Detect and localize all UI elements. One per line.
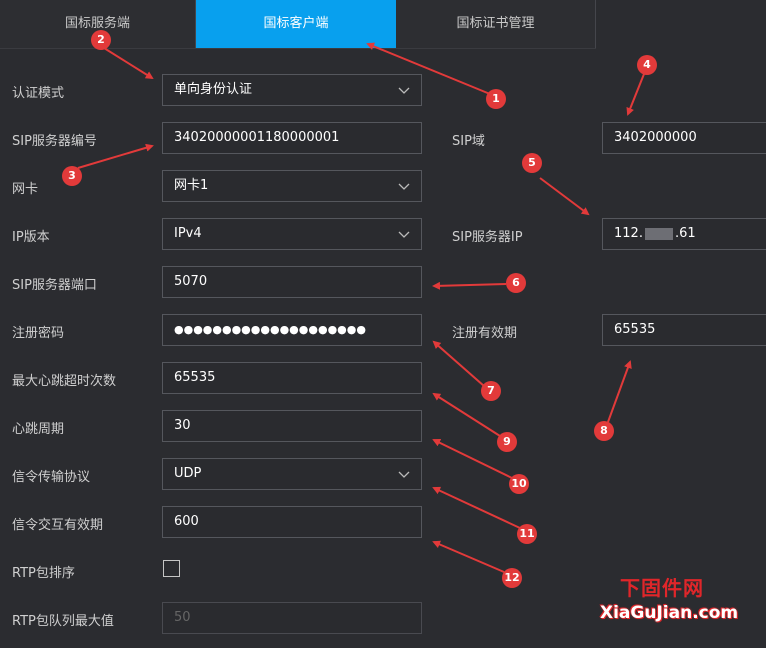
register-validity-label: 注册有效期 bbox=[452, 326, 518, 341]
register-password-label: 注册密码 bbox=[12, 326, 65, 341]
annotation-badge-3: 3 bbox=[62, 166, 82, 186]
tab-bar: 国标服务端 国标客户端 国标证书管理 bbox=[0, 0, 596, 49]
max-heartbeat-timeouts-input[interactable]: 65535 bbox=[162, 362, 422, 394]
annotation-badge-6: 6 bbox=[506, 273, 526, 293]
watermark-url: XiaGuJian.com bbox=[600, 603, 739, 623]
tab-gb-certificate[interactable]: 国标证书管理 bbox=[396, 0, 596, 48]
annotation-badge-12: 12 bbox=[502, 568, 522, 588]
rtp-queue-max-label: RTP包队列最大值 bbox=[12, 614, 114, 629]
rtp-queue-max-input: 50 bbox=[162, 602, 422, 634]
rtp-queue-max-value: 50 bbox=[174, 610, 191, 625]
signaling-validity-label: 信令交互有效期 bbox=[12, 518, 104, 533]
register-password-input[interactable]: ●●●●●●●●●●●●●●●●●●●● bbox=[162, 314, 422, 346]
annotation-badge-8: 8 bbox=[594, 421, 614, 441]
heartbeat-period-value: 30 bbox=[174, 418, 191, 433]
heartbeat-period-label: 心跳周期 bbox=[12, 422, 65, 437]
chevron-down-icon bbox=[398, 183, 410, 190]
annotation-badge-11: 11 bbox=[517, 524, 537, 544]
sip-domain-input[interactable]: 3402000000 bbox=[602, 122, 766, 154]
sip-server-ip-end: .61 bbox=[674, 226, 696, 241]
register-password-value: ●●●●●●●●●●●●●●●●●●●● bbox=[174, 323, 366, 336]
chevron-down-icon bbox=[398, 231, 410, 238]
watermark-logo-text: 下固件网 bbox=[620, 576, 704, 600]
heartbeat-period-input[interactable]: 30 bbox=[162, 410, 422, 442]
max-heartbeat-timeouts-label: 最大心跳超时次数 bbox=[12, 374, 117, 389]
auth-mode-value: 单向身份认证 bbox=[174, 82, 253, 97]
annotation-badge-7: 7 bbox=[481, 381, 501, 401]
signaling-protocol-value: UDP bbox=[174, 466, 202, 481]
sip-server-ip-input[interactable]: 112. .61 bbox=[602, 218, 766, 250]
auth-mode-select[interactable]: 单向身份认证 bbox=[162, 74, 422, 106]
sip-server-port-value: 5070 bbox=[174, 274, 208, 289]
sip-server-port-input[interactable]: 5070 bbox=[162, 266, 422, 298]
annotation-badge-4: 4 bbox=[637, 55, 657, 75]
annotation-badge-2: 2 bbox=[91, 30, 111, 50]
auth-mode-label: 认证模式 bbox=[12, 86, 65, 101]
sip-server-ip-label: SIP服务器IP bbox=[452, 230, 523, 245]
chevron-down-icon bbox=[398, 471, 410, 478]
signaling-protocol-select[interactable]: UDP bbox=[162, 458, 422, 490]
rtp-sort-checkbox[interactable] bbox=[163, 560, 180, 577]
signaling-protocol-label: 信令传输协议 bbox=[12, 470, 91, 485]
sip-domain-value: 3402000000 bbox=[614, 130, 697, 145]
chevron-down-icon bbox=[398, 87, 410, 94]
annotation-badge-1: 1 bbox=[486, 89, 506, 109]
ip-version-select[interactable]: IPv4 bbox=[162, 218, 422, 250]
register-validity-input[interactable]: 65535 bbox=[602, 314, 766, 346]
sip-server-ip-start: 112. bbox=[614, 226, 643, 241]
redaction-blur bbox=[644, 227, 673, 240]
sip-server-id-value: 34020000001180000001 bbox=[174, 130, 340, 145]
register-validity-value: 65535 bbox=[614, 322, 656, 337]
rtp-sort-label: RTP包排序 bbox=[12, 566, 75, 581]
sip-domain-label: SIP域 bbox=[452, 134, 485, 149]
annotation-badge-9: 9 bbox=[497, 432, 517, 452]
sip-server-id-input[interactable]: 34020000001180000001 bbox=[162, 122, 422, 154]
nic-select[interactable]: 网卡1 bbox=[162, 170, 422, 202]
annotation-badge-10: 10 bbox=[509, 474, 529, 494]
sip-server-id-label: SIP服务器编号 bbox=[12, 134, 97, 149]
ip-version-label: IP版本 bbox=[12, 230, 50, 245]
signaling-validity-input[interactable]: 600 bbox=[162, 506, 422, 538]
annotation-badge-5: 5 bbox=[522, 153, 542, 173]
tab-gb-client[interactable]: 国标客户端 bbox=[196, 0, 396, 48]
nic-label: 网卡 bbox=[12, 182, 39, 197]
ip-version-value: IPv4 bbox=[174, 226, 202, 241]
sip-server-port-label: SIP服务器端口 bbox=[12, 278, 97, 293]
max-heartbeat-timeouts-value: 65535 bbox=[174, 370, 216, 385]
signaling-validity-value: 600 bbox=[174, 514, 199, 529]
nic-value: 网卡1 bbox=[174, 178, 209, 193]
